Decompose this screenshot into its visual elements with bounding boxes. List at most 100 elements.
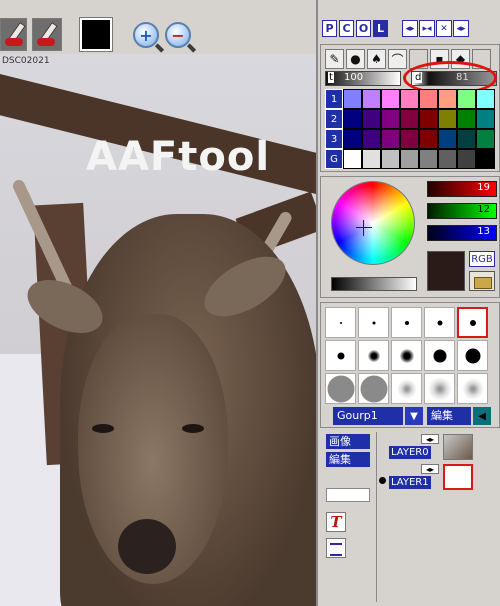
brush-cell[interactable] <box>424 340 455 371</box>
palette-swatch[interactable] <box>457 149 476 169</box>
brush-cell[interactable] <box>424 373 455 404</box>
palette-swatch[interactable] <box>362 89 381 109</box>
brush-cell[interactable] <box>391 307 422 338</box>
text-tool-icon[interactable]: T <box>326 512 346 532</box>
palette-swatch[interactable] <box>438 89 457 109</box>
palette-swatch[interactable] <box>419 149 438 169</box>
layer-thumbnail <box>443 434 473 460</box>
palette-row-label[interactable]: 3 <box>325 129 343 149</box>
brush-cell[interactable] <box>391 340 422 371</box>
brush-cell[interactable] <box>325 340 356 371</box>
layer-arrows[interactable]: ◂▸ <box>421 434 439 444</box>
brush-cell[interactable] <box>358 373 389 404</box>
tab-layers[interactable]: L <box>373 20 388 37</box>
brush-cell[interactable] <box>358 307 389 338</box>
right-panel: P C O L ◂▸ ▸◂ ✕ ◂▸ ✎ ● ♠ ⌒ ▪ ◆ t 100 d 8… <box>316 0 500 606</box>
color-wheel[interactable] <box>331 181 415 265</box>
brush-cell[interactable] <box>457 340 488 371</box>
palette-swatch[interactable] <box>457 129 476 149</box>
palette-swatch[interactable] <box>438 129 457 149</box>
brush-cell[interactable] <box>391 373 422 404</box>
palette-row-label[interactable]: 1 <box>325 89 343 109</box>
brush-group-select[interactable]: Gourp1 <box>333 407 403 425</box>
tab-palette[interactable]: P <box>322 20 337 37</box>
drawing-canvas[interactable]: DSC02021 AAFtool <box>0 54 316 606</box>
palette-swatch[interactable] <box>400 129 419 149</box>
palette-swatch[interactable] <box>343 109 362 129</box>
palette-swatch[interactable] <box>400 149 419 169</box>
palette-swatch[interactable] <box>343 89 362 109</box>
tab-options[interactable]: O <box>356 20 371 37</box>
brush-edit-button[interactable]: 編集 <box>427 407 471 425</box>
palette-swatch[interactable] <box>400 109 419 129</box>
brush-panel: Gourp1 ▼ 編集 ◀ <box>320 302 500 428</box>
folder-icon[interactable] <box>469 271 495 291</box>
expand-button[interactable]: ◂▸ <box>402 20 418 37</box>
rgb-mode-button[interactable]: RGB <box>469 251 495 267</box>
brush-cell[interactable] <box>325 307 356 338</box>
play-icon[interactable]: ◀ <box>473 407 491 425</box>
image-menu-button[interactable]: 画像 <box>326 434 370 449</box>
palette-swatch[interactable] <box>343 129 362 149</box>
layer-name-field[interactable] <box>326 488 370 502</box>
crosshair-icon <box>356 220 372 236</box>
brush-tool-button[interactable] <box>32 18 62 51</box>
palette-swatch[interactable] <box>400 89 419 109</box>
eraser-tool-button[interactable] <box>0 18 27 51</box>
palette-swatch[interactable] <box>438 109 457 129</box>
palette-swatch[interactable] <box>457 89 476 109</box>
red-slider[interactable]: 19 <box>427 181 497 197</box>
palette-swatch[interactable] <box>362 109 381 129</box>
palette-swatch[interactable] <box>381 109 400 129</box>
palette-swatch[interactable] <box>362 149 381 169</box>
palette-row-label[interactable]: G <box>325 149 343 169</box>
blur-icon[interactable]: ♠ <box>367 49 386 69</box>
palette-swatch[interactable] <box>343 149 362 169</box>
eraser-blob <box>5 38 23 46</box>
palette-swatch[interactable] <box>457 109 476 129</box>
palette-swatch[interactable] <box>419 109 438 129</box>
palette-swatch[interactable] <box>381 149 400 169</box>
palette-swatch[interactable] <box>419 89 438 109</box>
watermark-text: AAFtool <box>86 134 271 180</box>
brush-cell[interactable] <box>325 373 356 404</box>
current-color-swatch[interactable] <box>79 17 113 52</box>
palette-row-label[interactable]: 2 <box>325 109 343 129</box>
brush-cell[interactable] <box>358 340 389 371</box>
palette-tabs: P C O L <box>322 20 388 38</box>
zoom-in-button[interactable]: + <box>133 22 159 48</box>
layer-list-icon[interactable] <box>326 538 346 558</box>
layer-row-1[interactable]: ◂▸ LAYER1 <box>377 464 497 496</box>
palette-swatch[interactable] <box>476 149 495 169</box>
brush-cell[interactable] <box>457 373 488 404</box>
brush-cell-selected[interactable] <box>457 307 488 338</box>
palette-swatch[interactable] <box>476 89 495 109</box>
opacity-slider[interactable]: t 100 <box>325 71 401 86</box>
airbrush-icon[interactable]: ● <box>346 49 365 69</box>
palette-swatch[interactable] <box>476 129 495 149</box>
palette-swatch[interactable] <box>381 129 400 149</box>
pen-icon[interactable]: ✎ <box>325 49 344 69</box>
brush-cell[interactable] <box>424 307 455 338</box>
deer-left-eye <box>92 424 114 433</box>
swap-button[interactable]: ◂▸ <box>453 20 469 37</box>
layer-edit-button[interactable]: 編集 <box>326 452 370 467</box>
window-controls: ◂▸ ▸◂ ✕ ◂▸ <box>402 20 469 38</box>
palette-swatch[interactable] <box>476 109 495 129</box>
layer-arrows[interactable]: ◂▸ <box>421 464 439 474</box>
close-button[interactable]: ✕ <box>436 20 452 37</box>
deer-right-eye <box>182 424 204 433</box>
chevron-down-icon[interactable]: ▼ <box>405 407 423 425</box>
brightness-bar[interactable] <box>331 277 417 291</box>
palette-swatch[interactable] <box>381 89 400 109</box>
green-slider[interactable]: 12 <box>427 203 497 219</box>
tab-color[interactable]: C <box>339 20 354 37</box>
layer-row-0[interactable]: ◂▸ LAYER0 <box>377 434 497 466</box>
blue-slider[interactable]: 13 <box>427 225 497 241</box>
zoom-out-button[interactable]: − <box>165 22 191 48</box>
palette-swatch[interactable] <box>362 129 381 149</box>
palette-swatch[interactable] <box>438 149 457 169</box>
shrink-button[interactable]: ▸◂ <box>419 20 435 37</box>
smudge-icon[interactable]: ⌒ <box>388 49 407 69</box>
palette-swatch[interactable] <box>419 129 438 149</box>
